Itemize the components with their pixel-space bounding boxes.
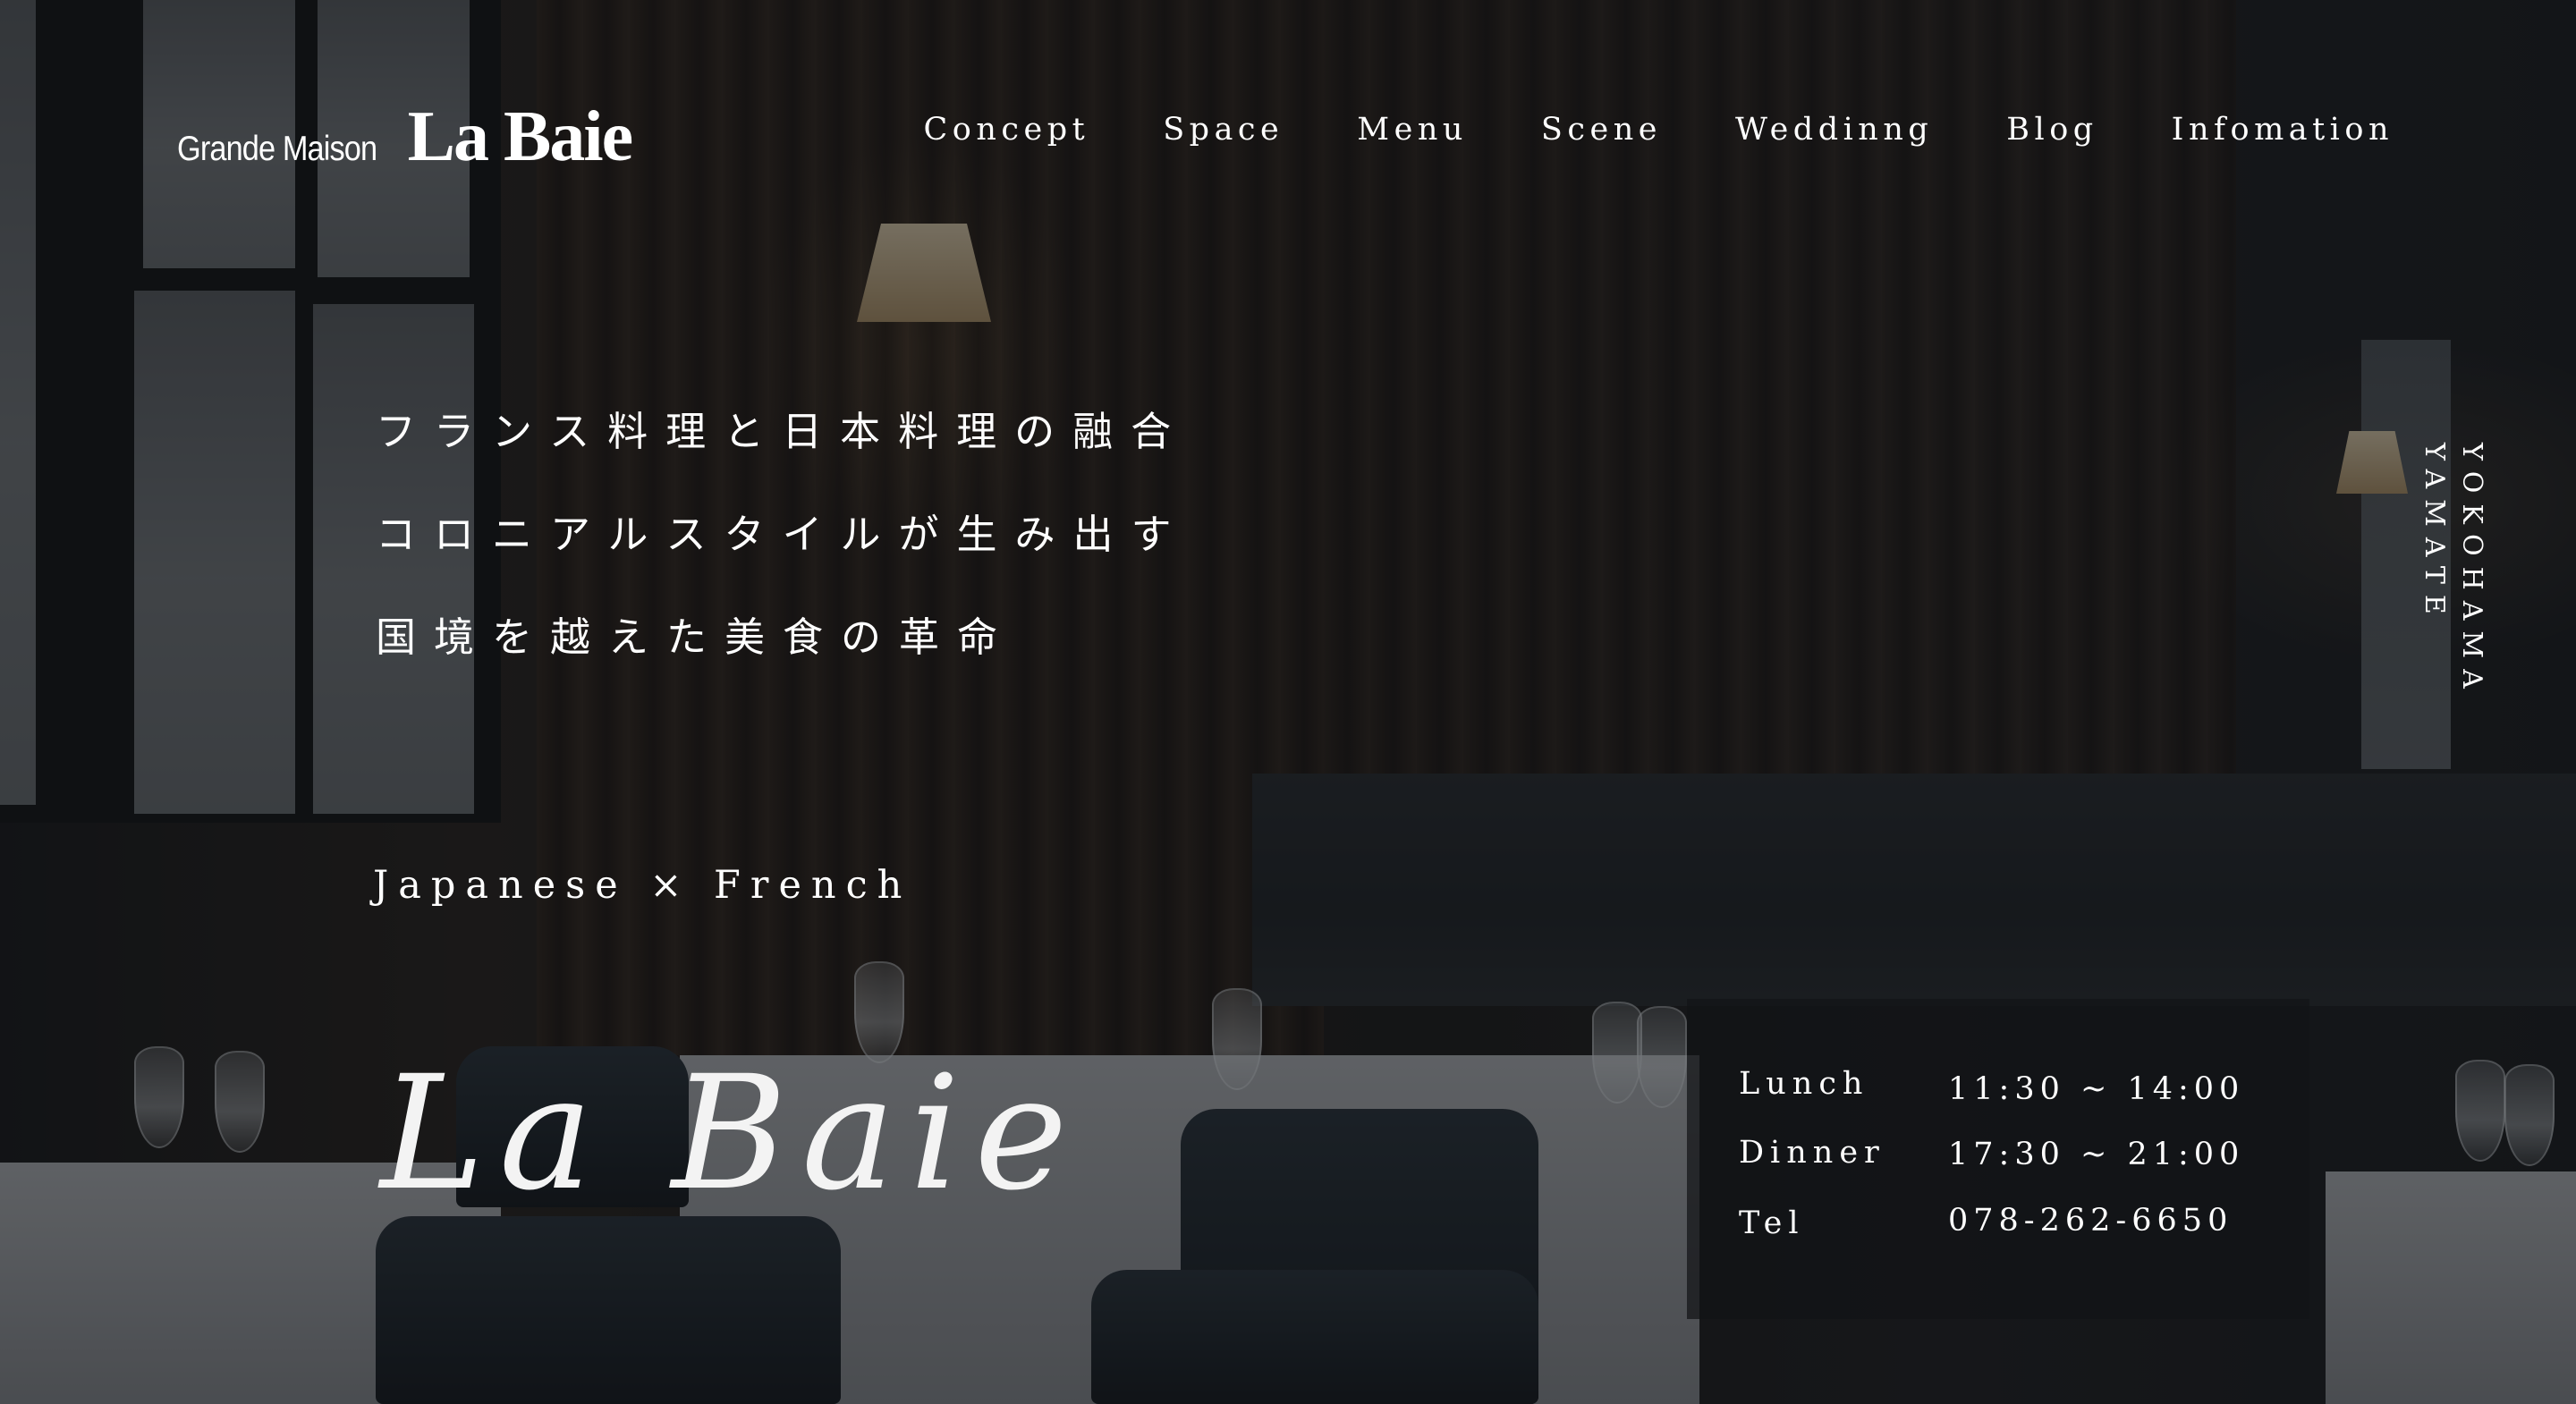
hero-section: Grande Maison La Baie Concept Space Menu… — [0, 0, 2576, 1404]
location-line: YOKOHAMA — [2456, 443, 2487, 699]
nav-item-space[interactable]: Space — [1163, 112, 1284, 148]
logo-name: La Baie — [407, 97, 633, 176]
nav-item-blog[interactable]: Blog — [2006, 112, 2097, 148]
logo-prefix: Grande Maison — [177, 130, 377, 168]
tagline-line: 国境を越えた美食の革命 — [376, 613, 1016, 661]
nav-item-wedding[interactable]: Weddinng — [1735, 112, 1933, 148]
nav-item-concept[interactable]: Concept — [924, 112, 1090, 148]
location-vertical-text: YOKOHAMA YAMATE — [2415, 443, 2490, 699]
hero-subtitle: Japanese × French — [373, 863, 912, 908]
nav-item-menu[interactable]: Menu — [1357, 112, 1468, 148]
hours-value: 17:30 ~ 21:00 — [1948, 1137, 2245, 1172]
location-line: YAMATE — [2419, 443, 2450, 625]
hours-label: Tel — [1739, 1205, 1805, 1241]
hours-label: Dinner — [1739, 1135, 1885, 1171]
hours-panel: Lunch 11:30 ~ 14:00 Dinner 17:30 ~ 21:00… — [1687, 999, 2309, 1319]
site-logo[interactable]: Grande Maison La Baie — [177, 97, 633, 178]
hours-row-lunch: Lunch 11:30 ~ 14:00 — [1739, 1066, 2244, 1107]
phone-number[interactable]: 078-262-6650 — [1948, 1203, 2233, 1241]
hours-label: Lunch — [1739, 1066, 1869, 1102]
hours-row-dinner: Dinner 17:30 ~ 21:00 — [1739, 1135, 2244, 1172]
hours-row-tel: Tel 078-262-6650 — [1739, 1203, 2233, 1241]
hero-brand-title: La Baie — [380, 1042, 1082, 1225]
tagline-line: フランス料理と日本料理の融合 — [376, 408, 1190, 455]
nav-item-scene[interactable]: Scene — [1541, 112, 1662, 148]
nav-item-information[interactable]: Infomation — [2172, 112, 2394, 148]
hero-tagline: フランス料理と日本料理の融合 コロニアルスタイルが生み出す 国境を越えた美食の革… — [376, 380, 1190, 689]
main-nav: Concept Space Menu Scene Weddinng Blog I… — [924, 112, 2394, 148]
hours-value: 11:30 ~ 14:00 — [1948, 1071, 2245, 1107]
tagline-line: コロニアルスタイルが生み出す — [376, 511, 1190, 558]
